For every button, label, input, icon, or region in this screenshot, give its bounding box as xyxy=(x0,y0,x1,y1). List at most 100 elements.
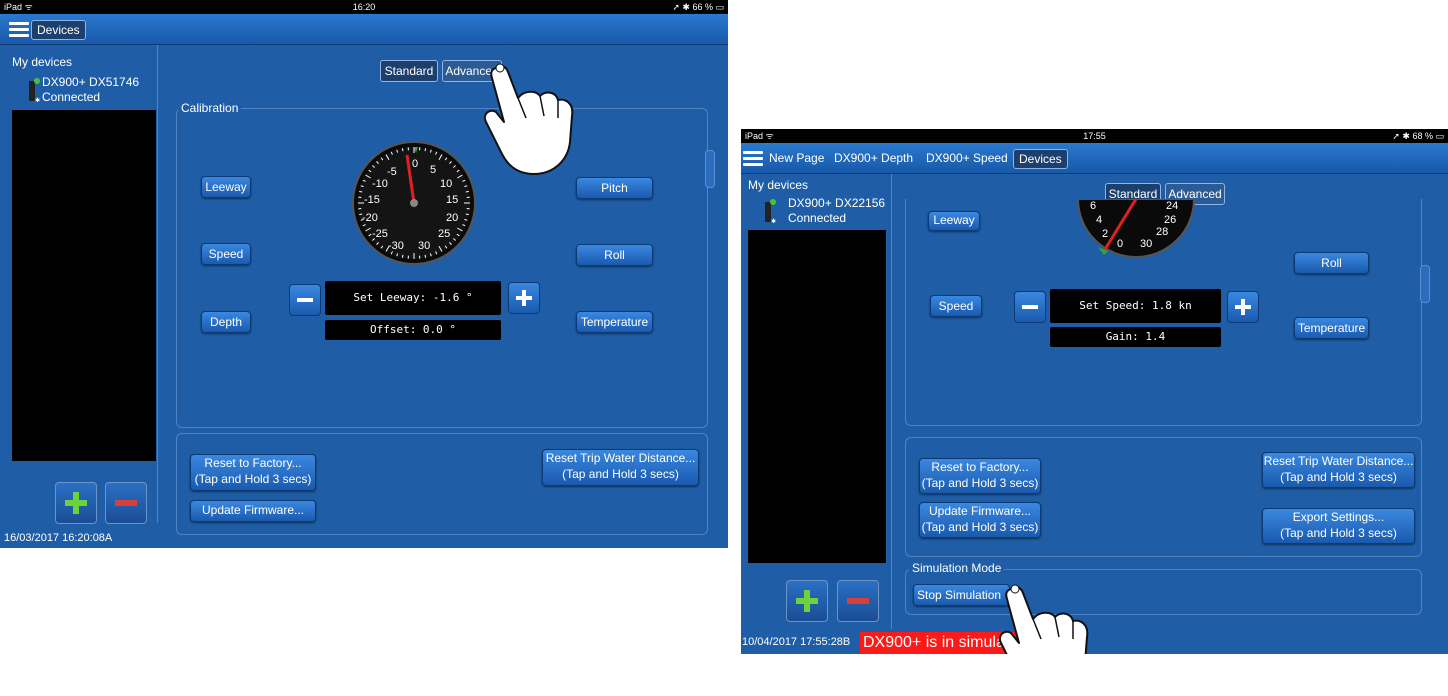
gauge-label: -20 xyxy=(362,212,378,224)
gauge-label: -25 xyxy=(372,228,388,240)
nav-item-depth[interactable]: DX900+ Depth xyxy=(834,151,913,165)
increase-button[interactable] xyxy=(508,282,540,314)
gauge-label: 6 xyxy=(1090,200,1096,212)
clock: 17:55 xyxy=(1083,131,1106,141)
leeway-button[interactable]: Leeway xyxy=(201,176,251,198)
gauge-label: 24 xyxy=(1166,200,1178,212)
gauge-label: 25 xyxy=(438,228,450,240)
timestamp: 10/04/2017 17:55:28B xyxy=(742,636,851,648)
speed-button[interactable]: Speed xyxy=(201,243,251,265)
hamburger-menu-icon[interactable] xyxy=(9,22,29,38)
reset-factory-button[interactable]: Reset to Factory... (Tap and Hold 3 secs… xyxy=(919,458,1041,494)
reset-factory-label: Reset to Factory... xyxy=(931,460,1029,474)
update-firmware-button[interactable]: Update Firmware... (Tap and Hold 3 secs) xyxy=(919,502,1041,538)
my-devices-title: My devices xyxy=(12,55,73,69)
roll-button[interactable]: Roll xyxy=(1294,252,1369,274)
reset-factory-hint: (Tap and Hold 3 secs) xyxy=(921,476,1039,490)
simulation-legend: Simulation Mode xyxy=(909,561,1005,575)
reset-trip-label: Reset Trip Water Distance... xyxy=(545,451,696,465)
gauge-label: 2 xyxy=(1102,228,1108,240)
tap-hand-icon xyxy=(999,584,1089,654)
left-screenshot: iPad ᯤ 16:20 ➚ ✱ 66 % ▭ Devices My devic… xyxy=(0,0,728,548)
gauge-label: 28 xyxy=(1156,226,1168,238)
roll-button[interactable]: Roll xyxy=(576,244,653,266)
gauge-label: 20 xyxy=(446,212,458,224)
gauge-label: 0 xyxy=(412,158,418,170)
add-device-button[interactable] xyxy=(786,580,828,622)
update-firmware-button[interactable]: Update Firmware... xyxy=(190,500,316,522)
reset-trip-hint: (Tap and Hold 3 secs) xyxy=(1280,470,1397,484)
export-settings-label: Export Settings... xyxy=(1292,510,1385,524)
remove-device-button[interactable] xyxy=(105,482,147,524)
device-name[interactable]: DX900+ DX22156 xyxy=(788,196,885,210)
device-status: Connected xyxy=(42,90,101,104)
tab-devices[interactable]: Devices xyxy=(1013,149,1068,169)
gauge-label: 30 xyxy=(418,240,430,252)
export-settings-hint: (Tap and Hold 3 secs) xyxy=(1280,526,1397,540)
sidebar: My devices ✱ DX900+ DX22156 Connected xyxy=(741,174,892,629)
clock: 16:20 xyxy=(352,2,376,12)
decrease-button[interactable] xyxy=(289,284,321,316)
right-screenshot: iPad ᯤ 17:55 ➚ ✱ 68 % ▭ New Page DX900+ … xyxy=(741,129,1448,654)
segment-standard[interactable]: Standard xyxy=(380,60,438,82)
gauge-tick xyxy=(424,148,427,152)
remove-device-button[interactable] xyxy=(837,580,879,622)
reset-trip-button[interactable]: Reset Trip Water Distance... (Tap and Ho… xyxy=(542,449,699,486)
gauge-tick xyxy=(359,190,363,193)
nav-bar: Devices xyxy=(0,14,728,45)
device-list-area xyxy=(12,110,156,461)
device-list-area xyxy=(748,230,886,563)
add-device-button[interactable] xyxy=(55,482,97,524)
update-firmware-label: Update Firmware... xyxy=(928,504,1032,518)
update-firmware-hint: (Tap and Hold 3 secs) xyxy=(921,520,1039,534)
gauge-label: -15 xyxy=(364,194,380,206)
export-settings-button[interactable]: Export Settings... (Tap and Hold 3 secs) xyxy=(1262,508,1415,544)
gauge-label: 4 xyxy=(1096,214,1102,226)
tap-hand-icon xyxy=(484,63,574,175)
temperature-button[interactable]: Temperature xyxy=(1294,317,1369,339)
reset-trip-button[interactable]: Reset Trip Water Distance... (Tap and Ho… xyxy=(1262,452,1415,488)
increase-button[interactable] xyxy=(1227,291,1259,323)
nav-item-speed[interactable]: DX900+ Speed xyxy=(926,151,1008,165)
device-sensor-icon: ✱ xyxy=(765,199,776,224)
decrease-button[interactable] xyxy=(1014,291,1046,323)
hamburger-menu-icon[interactable] xyxy=(743,151,763,167)
temperature-button[interactable]: Temperature xyxy=(576,311,653,333)
set-leeway-display: Set Leeway: -1.6 ° xyxy=(325,281,501,315)
gauge-label: -30 xyxy=(388,240,404,252)
battery-indicator: ➚ ✱ 66 % ▭ xyxy=(672,2,724,12)
offset-display: Offset: 0.0 ° xyxy=(325,320,501,340)
calibration-legend: Calibration xyxy=(178,101,242,115)
panel-drag-handle[interactable] xyxy=(1420,265,1430,303)
pitch-button[interactable]: Pitch xyxy=(576,177,653,199)
gain-display: Gain: 1.4 xyxy=(1050,327,1221,347)
svg-text:✱: ✱ xyxy=(35,97,40,103)
reset-trip-hint: (Tap and Hold 3 secs) xyxy=(562,467,679,481)
timestamp: 16/03/2017 16:20:08A xyxy=(4,532,113,544)
tab-devices[interactable]: Devices xyxy=(31,20,86,40)
reset-trip-label: Reset Trip Water Distance... xyxy=(1263,454,1414,468)
device-name[interactable]: DX900+ DX51746 xyxy=(42,75,139,89)
leeway-gauge: 0 -5 5 -10 10 -15 15 -20 20 -25 25 -30 3… xyxy=(352,141,476,265)
reset-factory-label: Reset to Factory... xyxy=(204,456,302,470)
gauge-label: -5 xyxy=(387,166,397,178)
reset-factory-button[interactable]: Reset to Factory... (Tap and Hold 3 secs… xyxy=(190,454,316,491)
gauge-label: 0 xyxy=(1117,238,1123,250)
reset-factory-hint: (Tap and Hold 3 secs) xyxy=(194,472,312,486)
battery-indicator: ➚ ✱ 68 % ▭ xyxy=(1392,131,1444,141)
gauge-tick xyxy=(424,254,427,258)
status-bar: iPad ᯤ 17:55 ➚ ✱ 68 % ▭ xyxy=(741,129,1448,143)
leeway-button[interactable]: Leeway xyxy=(928,211,980,231)
set-speed-display: Set Speed: 1.8 kn xyxy=(1050,289,1221,323)
gauge-tick xyxy=(401,148,404,152)
status-bar: iPad ᯤ 16:20 ➚ ✱ 66 % ▭ xyxy=(0,0,728,14)
speed-gauge: 6 4 2 0 24 26 28 30 xyxy=(1076,199,1196,258)
svg-text:✱: ✱ xyxy=(771,218,776,224)
gauge-label: -10 xyxy=(372,178,388,190)
device-status: Connected xyxy=(788,211,847,225)
speed-button[interactable]: Speed xyxy=(930,295,982,317)
depth-button[interactable]: Depth xyxy=(201,311,251,333)
panel-drag-handle[interactable] xyxy=(705,150,715,188)
gauge-label: 15 xyxy=(446,194,458,206)
nav-item-new-page[interactable]: New Page xyxy=(769,151,824,165)
